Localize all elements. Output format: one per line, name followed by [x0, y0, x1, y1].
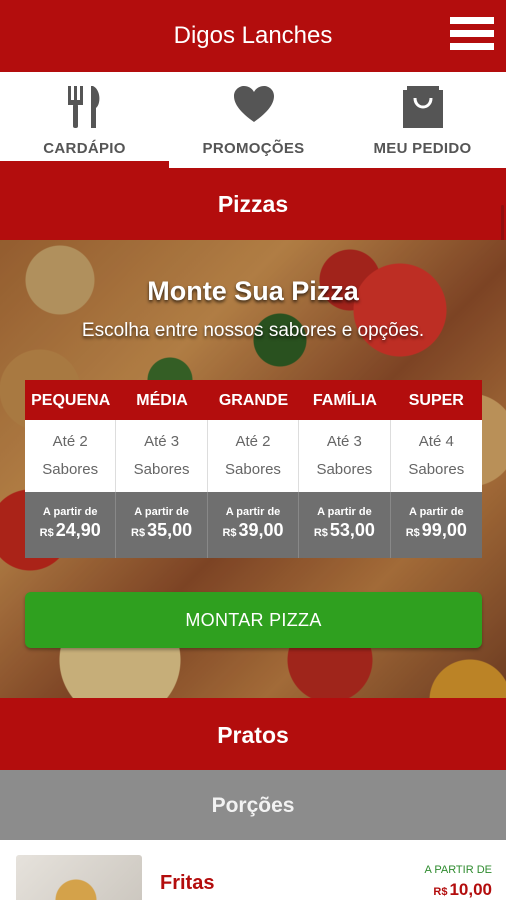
- size-price: A partir de R$ 24,90: [25, 492, 117, 558]
- tab-label: MEU PEDIDO: [373, 140, 472, 157]
- montar-pizza-button[interactable]: MONTAR PIZZA: [25, 592, 482, 648]
- heart-icon: [169, 84, 338, 130]
- size-option-super[interactable]: SUPER Até 4 Sabores A partir de R$ 99,00: [390, 380, 482, 558]
- size-option-media[interactable]: MÉDIA Até 3 Sabores A partir de R$ 35,00: [116, 380, 208, 558]
- tab-bar: CARDÁPIO PROMOÇÕES MEU PEDIDO: [0, 72, 506, 168]
- tab-promocoes[interactable]: PROMOÇÕES: [169, 72, 338, 168]
- size-name: PEQUENA: [25, 380, 117, 420]
- size-flavors: Até 2 Sabores: [25, 420, 117, 492]
- fork-knife-icon: [0, 84, 169, 130]
- size-options-table: PEQUENA Até 2 Sabores A partir de R$ 24,90 …: [25, 380, 482, 558]
- size-name: MÉDIA: [116, 380, 208, 420]
- tab-cardapio[interactable]: CARDÁPIO: [0, 72, 169, 168]
- section-pizzas[interactable]: Pizzas: [0, 168, 506, 240]
- size-name: SUPER: [390, 380, 482, 420]
- list-item[interactable]: Fritas A PARTIR DE R$ 10,00: [0, 840, 506, 900]
- hero-subtitle: Escolha entre nossos sabores e opções.: [81, 320, 425, 341]
- item-name: Fritas: [160, 872, 215, 894]
- size-option-pequena[interactable]: PEQUENA Até 2 Sabores A partir de R$ 24,90: [25, 380, 117, 558]
- size-name: GRANDE: [207, 380, 300, 420]
- item-price: R$ 10,00: [433, 880, 492, 899]
- hamburger-menu-icon[interactable]: [450, 17, 494, 55]
- pizza-builder-banner: Monte Sua Pizza Escolha entre nossos sab…: [0, 240, 506, 698]
- app-title: Digos Lanches: [173, 22, 333, 49]
- size-flavors: Até 3 Sabores: [116, 420, 208, 492]
- shopping-bag-icon: [338, 84, 506, 130]
- size-price: A partir de R$ 39,00: [207, 492, 300, 558]
- item-thumbnail: [16, 855, 142, 900]
- size-option-grande[interactable]: GRANDE Até 2 Sabores A partir de R$ 39,00: [207, 380, 300, 558]
- size-name: FAMÍLIA: [299, 380, 391, 420]
- size-price: A partir de R$ 53,00: [299, 492, 391, 558]
- size-price: A partir de R$ 99,00: [390, 492, 482, 558]
- size-option-familia[interactable]: FAMÍLIA Até 3 Sabores A partir de R$ 53,00: [299, 380, 391, 558]
- size-flavors: Até 3 Sabores: [299, 420, 391, 492]
- size-flavors: Até 2 Sabores: [207, 420, 300, 492]
- size-flavors: Até 4 Sabores: [390, 420, 482, 492]
- section-porcoes[interactable]: Porções: [0, 770, 506, 840]
- tab-meu-pedido[interactable]: MEU PEDIDO: [338, 72, 506, 168]
- tab-label: CARDÁPIO: [43, 140, 126, 157]
- section-pratos[interactable]: Pratos: [0, 698, 506, 770]
- app-header: Digos Lanches: [0, 0, 506, 72]
- size-price: A partir de R$ 35,00: [116, 492, 208, 558]
- hero-title: Monte Sua Pizza: [147, 276, 359, 306]
- tab-label: PROMOÇÕES: [202, 140, 305, 157]
- item-from-label: A PARTIR DE: [424, 864, 492, 876]
